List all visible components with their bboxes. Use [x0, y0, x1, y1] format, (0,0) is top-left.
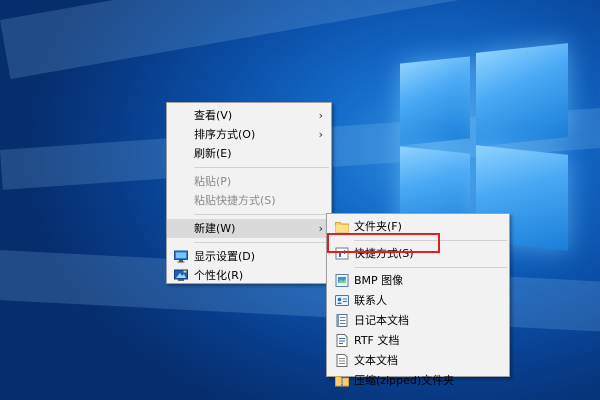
menu-item-refresh[interactable]: 刷新(E) — [167, 144, 331, 163]
menu-item-label: 刷新(E) — [194, 147, 232, 160]
menu-item-personalize[interactable]: 个性化(R) — [167, 266, 331, 285]
menu-separator — [194, 167, 329, 168]
personalize-icon — [174, 269, 188, 281]
submenu-item-shortcut[interactable]: 快捷方式(S) — [327, 244, 509, 264]
folder-icon — [335, 222, 349, 233]
bmp-image-icon — [335, 274, 349, 287]
menu-item-label: 粘贴快捷方式(S) — [194, 194, 276, 207]
menu-item-sort-by[interactable]: 排序方式(O) › — [167, 125, 331, 144]
windows-logo-pane — [476, 43, 568, 147]
desktop-context-menu: 查看(V) › 排序方式(O) › 刷新(E) 粘贴(P) 粘贴快捷方式(S) … — [166, 102, 332, 284]
menu-item-label: 个性化(R) — [194, 269, 244, 282]
menu-item-label: 联系人 — [354, 294, 387, 307]
menu-item-label: 排序方式(O) — [194, 128, 256, 141]
menu-item-view[interactable]: 查看(V) › — [167, 106, 331, 125]
menu-item-label: 日记本文档 — [354, 314, 409, 327]
menu-item-display-settings[interactable]: 显示设置(D) — [167, 247, 331, 266]
menu-item-label: BMP 图像 — [354, 274, 404, 287]
rtf-document-icon — [336, 334, 348, 347]
menu-item-paste: 粘贴(P) — [167, 172, 331, 191]
menu-item-label: RTF 文档 — [354, 334, 400, 347]
menu-separator — [354, 240, 507, 241]
menu-separator — [194, 214, 329, 215]
menu-separator — [194, 242, 329, 243]
submenu-item-folder[interactable]: 文件夹(F) — [327, 217, 509, 237]
submenu-item-contact[interactable]: 联系人 — [327, 291, 509, 311]
menu-item-label: 新建(W) — [194, 222, 236, 235]
menu-item-label: 快捷方式(S) — [354, 247, 414, 260]
menu-item-label: 显示设置(D) — [194, 250, 256, 263]
shortcut-icon — [335, 247, 349, 260]
menu-item-label: 查看(V) — [194, 109, 233, 122]
journal-document-icon — [336, 314, 348, 327]
chevron-right-icon: › — [318, 128, 323, 141]
chevron-right-icon: › — [318, 222, 323, 235]
windows-logo-pane — [400, 56, 470, 146]
chevron-right-icon: › — [318, 109, 323, 122]
submenu-item-text-document[interactable]: 文本文档 — [327, 351, 509, 371]
submenu-item-rtf-document[interactable]: RTF 文档 — [327, 331, 509, 351]
contact-icon — [335, 295, 349, 306]
submenu-item-bmp-image[interactable]: BMP 图像 — [327, 271, 509, 291]
zip-folder-icon — [335, 376, 349, 387]
menu-separator — [354, 267, 507, 268]
menu-item-label: 压缩(zipped)文件夹 — [354, 374, 455, 387]
menu-item-label: 文本文档 — [354, 354, 398, 367]
menu-item-label: 粘贴(P) — [194, 175, 232, 188]
submenu-item-zip-folder[interactable]: 压缩(zipped)文件夹 — [327, 371, 509, 391]
text-document-icon — [336, 354, 348, 367]
new-submenu: 文件夹(F) 快捷方式(S) BMP 图像 联系人 日记本文档 RTF 文档 文… — [326, 213, 510, 387]
submenu-item-journal-document[interactable]: 日记本文档 — [327, 311, 509, 331]
menu-item-label: 文件夹(F) — [354, 220, 402, 233]
display-settings-icon — [174, 250, 188, 263]
menu-item-new[interactable]: 新建(W) › — [167, 219, 331, 238]
menu-item-paste-shortcut: 粘贴快捷方式(S) — [167, 191, 331, 210]
